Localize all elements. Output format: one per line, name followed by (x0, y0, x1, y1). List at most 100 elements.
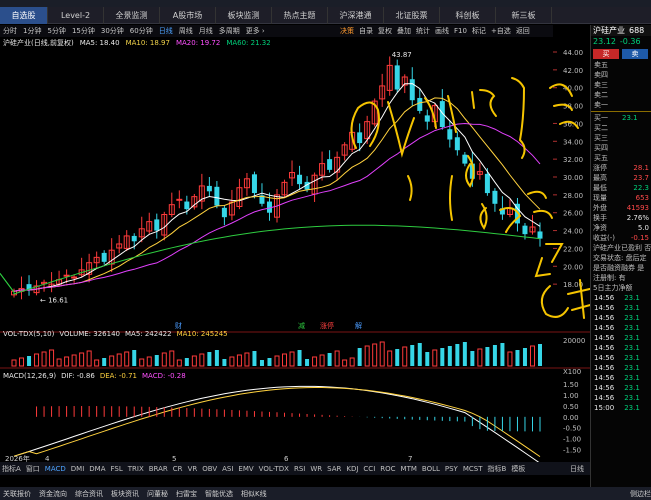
indicator-tab-4[interactable]: DMA (89, 465, 105, 473)
period-6[interactable]: 日线 (159, 26, 173, 36)
indicator-tab-9[interactable]: VR (188, 465, 198, 473)
bid-row: 买一 23.1 (591, 113, 651, 123)
status-item-8[interactable]: 侧边栏 (630, 489, 651, 499)
volume-bar (492, 345, 497, 366)
tick-row: 14:56 23.1 (591, 313, 651, 323)
indicator-tab-14[interactable]: RSI (294, 465, 305, 473)
volume-bar (102, 358, 107, 366)
volume-bar (297, 350, 302, 366)
bottom-period-label[interactable]: 日线 (570, 464, 584, 474)
nav-tab-6[interactable]: 沪深港通 (328, 7, 384, 24)
indicator-tab-18[interactable]: CCI (363, 465, 375, 473)
period-10[interactable]: 更多 › (246, 26, 265, 36)
indicator-tab-6[interactable]: TRIX (128, 465, 144, 473)
tool-0[interactable]: 决策 (340, 26, 354, 36)
stat-value: 653 (635, 194, 649, 202)
status-item-4[interactable]: 问董秘 (147, 489, 168, 499)
indicator-tab-23[interactable]: MCST (463, 465, 483, 473)
indicator-tab-24[interactable]: 指标B (488, 464, 507, 474)
nav-tab-7[interactable]: 北证股票 (384, 7, 440, 24)
period-4[interactable]: 30分钟 (101, 26, 124, 36)
indicator-tab-3[interactable]: DMI (71, 465, 85, 473)
indicator-tab-2[interactable]: MACD (45, 465, 66, 473)
tool-2[interactable]: 复权 (378, 26, 392, 36)
tool-8[interactable]: +自选 (491, 26, 511, 36)
period-0[interactable]: 分时 (3, 26, 17, 36)
period-8[interactable]: 月线 (199, 26, 213, 36)
period-3[interactable]: 15分钟 (72, 26, 95, 36)
macd-tick: -1.00 (563, 436, 581, 444)
tool-9[interactable]: 返回 (516, 26, 530, 36)
volume-axis-unit: X100 (563, 368, 581, 376)
indicator-tab-21[interactable]: BOLL (422, 465, 440, 473)
volume-bar (27, 356, 32, 366)
volume-bar (500, 343, 505, 366)
tool-4[interactable]: 统计 (416, 26, 430, 36)
indicator-tab-13[interactable]: VOL-TDX (259, 465, 289, 473)
tool-1[interactable]: 自录 (359, 26, 373, 36)
volume-bar (447, 346, 452, 366)
macd-tick: 1.00 (563, 392, 579, 400)
indicator-tab-19[interactable]: ROC (380, 465, 395, 473)
tool-6[interactable]: F10 (454, 27, 467, 35)
tick-price: 23.1 (624, 384, 640, 392)
indicator-tab-22[interactable]: PSY (445, 465, 458, 473)
nav-tab-1[interactable]: Level-2 (48, 7, 104, 24)
quote-panel: 沪硅产业 688 23.12 -0.36 买卖卖五 卖四 卖三 卖二 卖一 买一 23.1 买二 买三买… (590, 25, 651, 487)
bid-label: 买二 (594, 124, 608, 132)
period-9[interactable]: 多周期 (219, 26, 240, 36)
kline-chart[interactable]: 44.0042.0040.0038.0036.0034.0032.0030.00… (0, 48, 590, 462)
event-marker[interactable]: 减 (298, 321, 305, 330)
indicator-tab-25[interactable]: 模板 (511, 464, 525, 474)
tick-price: 23.1 (624, 354, 640, 362)
indicator-tab-15[interactable]: WR (310, 465, 322, 473)
indicator-tab-7[interactable]: BRAR (149, 465, 168, 473)
period-1[interactable]: 1分钟 (23, 26, 41, 36)
status-item-3[interactable]: 板块资讯 (111, 489, 139, 499)
volume-readout: VOLUME: 326140 (59, 330, 120, 338)
tool-3[interactable]: 叠加 (397, 26, 411, 36)
nav-tab-0[interactable]: 自选股 (0, 7, 48, 24)
nav-tab-4[interactable]: 板块监测 (216, 7, 272, 24)
stat-label: 最低 (593, 184, 607, 192)
period-7[interactable]: 周线 (179, 26, 193, 36)
status-item-0[interactable]: 关联报价 (3, 489, 31, 499)
indicator-tab-10[interactable]: OBV (202, 465, 217, 473)
sell-button[interactable]: 卖 (622, 49, 648, 59)
stat-label: 净资 (593, 224, 607, 232)
stat-value: 5.0 (637, 224, 649, 232)
event-marker[interactable]: 财 (175, 321, 182, 330)
bid-label: 买一 (594, 114, 608, 122)
status-item-1[interactable]: 资金流向 (39, 489, 67, 499)
date-tick: 4 (45, 455, 50, 462)
price-tick: 42.00 (563, 67, 583, 75)
volume-bar (395, 349, 400, 366)
tool-7[interactable]: 标记 (472, 26, 486, 36)
status-item-5[interactable]: 扫雷宝 (176, 489, 197, 499)
nav-tab-8[interactable]: 科创板 (440, 7, 496, 24)
indicator-tab-8[interactable]: CR (173, 465, 183, 473)
indicator-tab-5[interactable]: FSL (111, 465, 123, 473)
nav-tab-2[interactable]: 全景监测 (104, 7, 160, 24)
status-item-6[interactable]: 智能优选 (205, 489, 233, 499)
status-item-7[interactable]: 相似K线 (241, 489, 267, 499)
nav-tab-9[interactable]: 新三板 (496, 7, 552, 24)
event-marker[interactable]: 涨停 (320, 321, 334, 330)
price-tick: 24.00 (563, 228, 583, 236)
indicator-tab-17[interactable]: KDJ (346, 465, 358, 473)
event-marker[interactable]: 解 (355, 321, 362, 330)
nav-tab-3[interactable]: A股市场 (160, 7, 216, 24)
bid-label: 买三 (594, 134, 608, 142)
nav-tab-5[interactable]: 热点主题 (272, 7, 328, 24)
period-5[interactable]: 60分钟 (130, 26, 153, 36)
indicator-tab-0[interactable]: 指标A (2, 464, 21, 474)
indicator-tab-12[interactable]: EMV (238, 465, 253, 473)
indicator-tab-16[interactable]: SAR (327, 465, 341, 473)
indicator-tab-11[interactable]: ASI (222, 465, 233, 473)
buy-button[interactable]: 买 (593, 49, 619, 59)
period-2[interactable]: 5分钟 (47, 26, 65, 36)
indicator-tab-1[interactable]: 窗口 (26, 464, 40, 474)
status-item-2[interactable]: 综合资讯 (75, 489, 103, 499)
tool-5[interactable]: 画线 (435, 26, 449, 36)
indicator-tab-20[interactable]: MTM (401, 465, 417, 473)
